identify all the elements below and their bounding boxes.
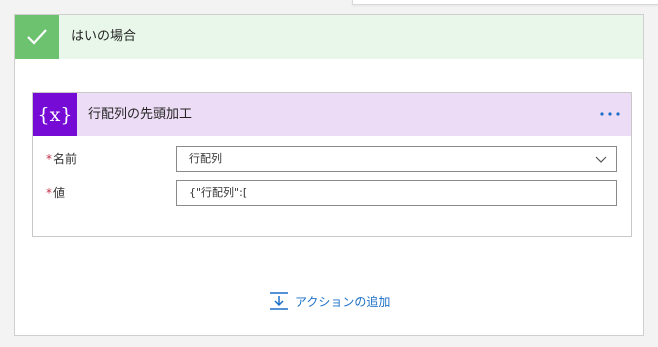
add-step-icon [270, 292, 288, 310]
value-field-row: *値 {"行配列":[ [33, 180, 631, 206]
variable-name-value: 行配列 [189, 152, 222, 165]
branch-title: はいの場合 [71, 29, 137, 44]
name-field-row: *名前 行配列 [33, 146, 631, 172]
action-header[interactable]: {x} 行配列の先頭加工 [33, 93, 631, 136]
required-mark: * [46, 186, 52, 200]
checkmark-icon [15, 15, 59, 59]
value-input-text: {"行配列":[ [189, 186, 248, 199]
value-input[interactable]: {"行配列":[ [176, 180, 617, 206]
previous-card-edge [352, 0, 658, 5]
yes-branch-container: はいの場合 {x} 行配列の先頭加工 *名前 行配列 *値 {"行配列":[ア… [14, 14, 644, 336]
variable-icon-text: {x} [37, 103, 73, 126]
name-label-text: 名前 [53, 152, 78, 166]
chevron-down-icon [595, 156, 607, 163]
add-action-label: アクションの追加 [295, 294, 391, 309]
required-mark: * [46, 152, 52, 166]
add-action-button[interactable]: アクションの追加 [269, 289, 390, 313]
value-label-text: 値 [53, 186, 66, 200]
name-field-label: *名前 [46, 150, 77, 167]
variable-icon: {x} [33, 93, 77, 136]
branch-header[interactable]: はいの場合 [15, 15, 643, 59]
action-card: {x} 行配列の先頭加工 *名前 行配列 *値 {"行配列":[ [32, 92, 632, 237]
ellipsis-icon[interactable] [597, 104, 623, 124]
action-title: 行配列の先頭加工 [88, 107, 193, 122]
value-field-label: *値 [46, 184, 65, 201]
variable-name-dropdown[interactable]: 行配列 [176, 146, 617, 172]
